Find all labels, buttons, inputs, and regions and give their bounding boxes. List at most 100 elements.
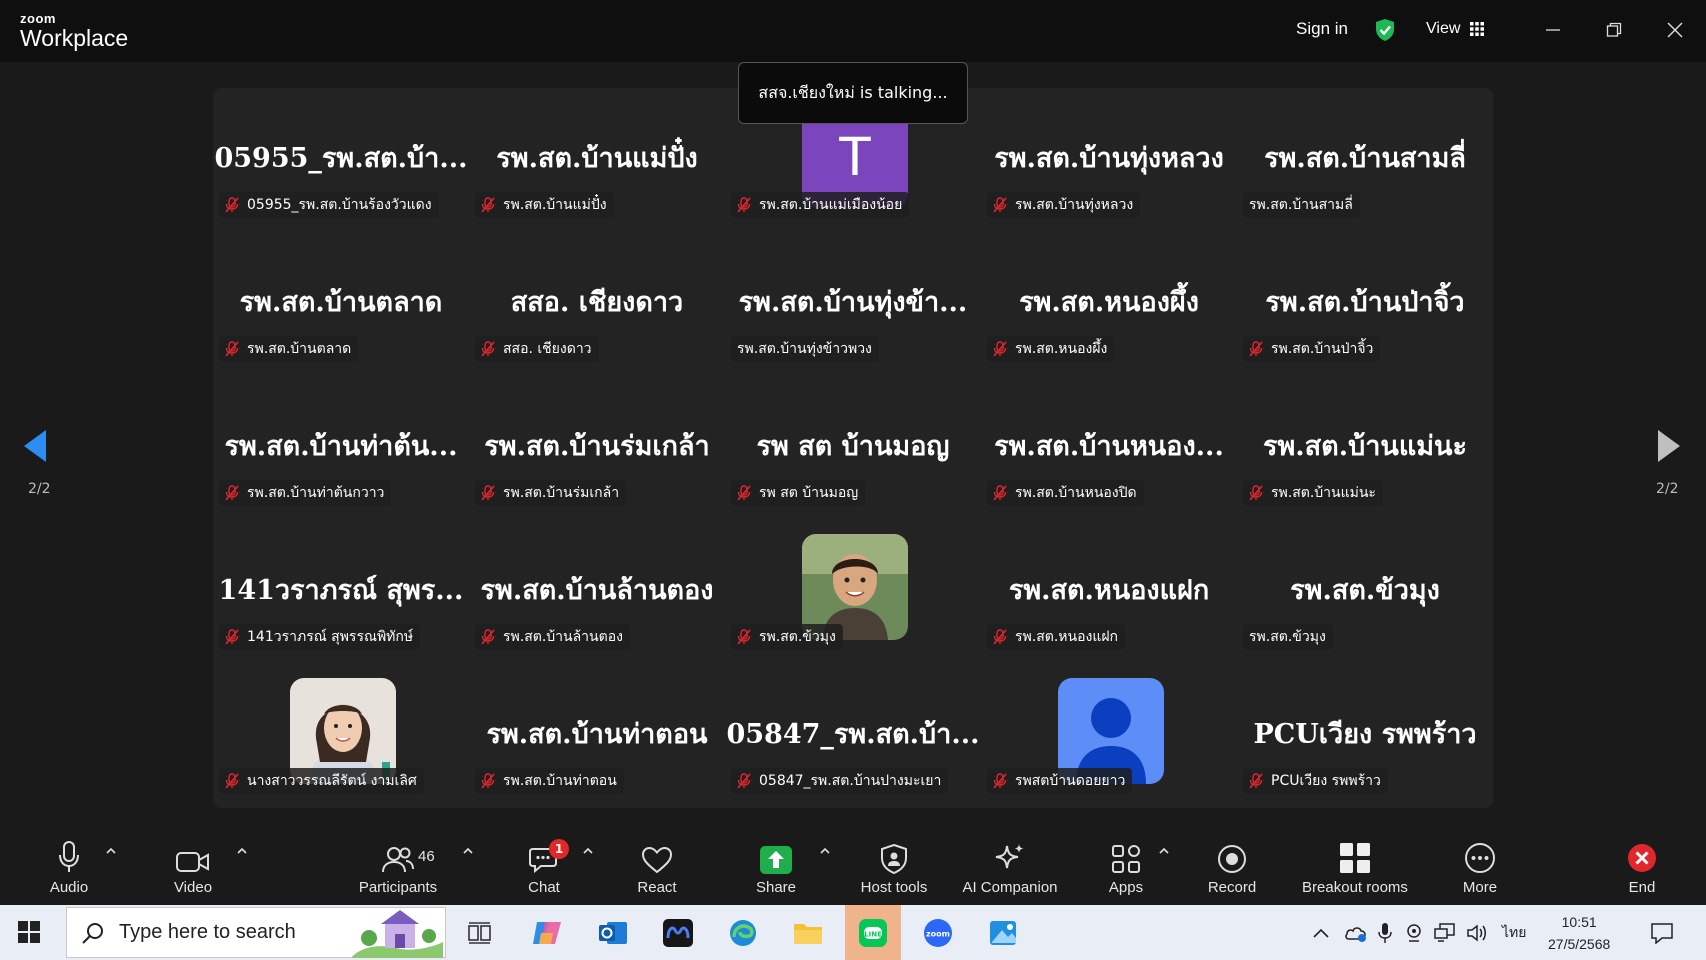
- participant-tile[interactable]: รพ.สต.ข้วมุง รพ.สต.ข้วมุง: [1237, 520, 1493, 664]
- arrow-right-icon: [1658, 430, 1680, 462]
- apps-button[interactable]: Apps: [1106, 828, 1146, 905]
- participant-tile[interactable]: PCUเวียง รพพร้าว PCUเวียง รพพร้าว: [1237, 664, 1493, 808]
- network-icon[interactable]: [1434, 922, 1456, 943]
- participant-tile[interactable]: รพ.สต.บ้านตลาด รพ.สต.บ้านตลาด: [213, 232, 469, 376]
- taskbar-copilot[interactable]: [519, 905, 575, 960]
- participant-tile[interactable]: รพ.สต.ข้วมุง: [725, 520, 981, 664]
- participant-tile[interactable]: รพ.สต.หนองผึ้ง รพ.สต.หนองผึ้ง: [981, 232, 1237, 376]
- participant-tile[interactable]: รพ.สต.บ้านล้านตอง รพ.สต.บ้านล้านตอง: [469, 520, 725, 664]
- participant-tile[interactable]: รพ.สต.บ้านท่าตอน รพ.สต.บ้านท่าตอน: [469, 664, 725, 808]
- taskbar-edge[interactable]: [715, 905, 771, 960]
- participant-tile[interactable]: 05847_รพ.สต.บ้า... 05847_รพ.สต.บ้านปางมะเ…: [725, 664, 981, 808]
- participant-name-label: รพ.สต.หนองผึ้ง: [987, 336, 1115, 362]
- active-speaker-banner: สสจ.เชียงใหม่ is talking...: [738, 62, 968, 124]
- page-indicator-right: 2/2: [1656, 481, 1679, 497]
- participant-label-text: รพสตบ้านดอยยาว: [1015, 773, 1126, 789]
- end-meeting-button[interactable]: End: [1624, 828, 1660, 905]
- participant-tile[interactable]: รพ.สต.บ้านทุ่งหลวง รพ.สต.บ้านทุ่งหลวง: [981, 88, 1237, 232]
- notification-icon: [1651, 922, 1673, 944]
- share-screen-button[interactable]: Share: [751, 828, 801, 905]
- react-button[interactable]: React: [632, 828, 682, 905]
- taskbar-line[interactable]: LINE: [845, 905, 901, 960]
- participants-button[interactable]: Participants: [354, 828, 442, 905]
- participant-tile[interactable]: 05955_รพ.สต.บ้า... 05955_รพ.สต.บ้านร้องวั…: [213, 88, 469, 232]
- restore-button[interactable]: [1598, 14, 1630, 46]
- participant-label-text: รพ.สต.บ้านแม่ปั๋ง: [503, 197, 607, 213]
- participant-tile[interactable]: นางสาววรรณลีรัตน์ งามเลิศ: [213, 664, 469, 808]
- video-options-chevron-icon[interactable]: [236, 846, 248, 856]
- participant-tile[interactable]: สสอ. เชียงดาว สสอ. เชียงดาว: [469, 232, 725, 376]
- security-shield-icon[interactable]: [1374, 18, 1396, 42]
- more-button[interactable]: More: [1456, 828, 1504, 905]
- svg-text:LINE: LINE: [864, 930, 882, 938]
- share-options-chevron-icon[interactable]: [819, 846, 831, 856]
- taskbar-outlook[interactable]: [585, 905, 641, 960]
- show-hidden-icons-chevron-icon[interactable]: [1312, 927, 1330, 939]
- participants-options-chevron-icon[interactable]: [462, 846, 474, 856]
- audio-label: Audio: [49, 879, 89, 896]
- participant-tile[interactable]: รพ.สต.บ้านท่าต้น... รพ.สต.บ้านท่าต้นกวาว: [213, 376, 469, 520]
- taskbar-photos[interactable]: [975, 905, 1031, 960]
- participant-tile[interactable]: รพ สต บ้านมอญ รพ สต บ้านมอญ: [725, 376, 981, 520]
- participant-tile[interactable]: รพ.สต.บ้านป่าจิ้ว รพ.สต.บ้านป่าจิ้ว: [1237, 232, 1493, 376]
- participant-label-text: รพ.สต.บ้านล้านตอง: [503, 629, 623, 645]
- copilot-icon: [533, 921, 561, 944]
- participant-name-label: รพ.สต.บ้านตลาด: [219, 336, 359, 362]
- apps-icon: [1112, 845, 1140, 873]
- taskbar-clock[interactable]: 10:51 27/5/2568: [1548, 911, 1610, 955]
- logo-big-text: Workplace: [20, 25, 129, 51]
- photos-app-icon: [990, 920, 1016, 945]
- participant-tile[interactable]: รพ.สต.บ้านร่มเกล้า รพ.สต.บ้านร่มเกล้า: [469, 376, 725, 520]
- webcam-in-use-icon[interactable]: [1404, 923, 1424, 943]
- breakout-rooms-button[interactable]: Breakout rooms: [1296, 828, 1414, 905]
- chat-options-chevron-icon[interactable]: [582, 846, 594, 856]
- participant-tile[interactable]: รพ.สต.หนองแฝก รพ.สต.หนองแฝก: [981, 520, 1237, 664]
- notification-center-button[interactable]: [1636, 905, 1688, 960]
- microphone-in-use-icon[interactable]: [1378, 922, 1392, 944]
- taskbar-file-explorer[interactable]: [780, 905, 836, 960]
- minimize-button[interactable]: [1537, 14, 1569, 46]
- taskbar-media-app[interactable]: [650, 905, 706, 960]
- participant-name-label: รพ สต บ้านมอญ: [731, 480, 866, 506]
- participant-tile[interactable]: รพ.สต.บ้านแม่ปั๋ง รพ.สต.บ้านแม่ปั๋ง: [469, 88, 725, 232]
- video-button[interactable]: Video: [167, 828, 219, 905]
- microphone-icon: [59, 841, 79, 872]
- onedrive-cloud-icon[interactable]: [1344, 923, 1368, 943]
- taskbar-task-view[interactable]: [452, 905, 508, 960]
- participant-tile[interactable]: รพสตบ้านดอยยาว: [981, 664, 1237, 808]
- host-tools-button[interactable]: Host tools: [854, 828, 934, 905]
- participant-tile[interactable]: รพ.สต.บ้านทุ่งข้า... รพ.สต.บ้านทุ่งข้าวพว…: [725, 232, 981, 376]
- ai-companion-button[interactable]: AI Companion: [955, 828, 1065, 905]
- sign-in-link[interactable]: Sign in: [1296, 19, 1348, 39]
- end-label: End: [1628, 879, 1656, 896]
- participant-display-name: รพ.สต.ข้วมุง: [1290, 575, 1440, 606]
- participant-label-text: รพ.สต.บ้านสามลี่: [1249, 197, 1353, 213]
- microphone-muted-icon: [481, 341, 495, 357]
- microphone-muted-icon: [993, 341, 1007, 357]
- view-button[interactable]: View: [1426, 20, 1460, 38]
- audio-options-chevron-icon[interactable]: [105, 846, 117, 856]
- participant-name-label: นางสาววรรณลีรัตน์ งามเลิศ: [219, 768, 424, 794]
- close-button[interactable]: [1659, 14, 1691, 46]
- next-page-button[interactable]: [1656, 428, 1682, 468]
- audio-button[interactable]: Audio: [43, 828, 95, 905]
- participant-tile[interactable]: รพ.สต.บ้านหนอง... รพ.สต.บ้านหนองปิด: [981, 376, 1237, 520]
- participant-display-name: รพ.สต.บ้านร่มเกล้า: [484, 431, 710, 462]
- volume-icon[interactable]: [1466, 923, 1488, 943]
- grid-view-icon[interactable]: [1470, 22, 1484, 36]
- react-label: React: [637, 879, 677, 896]
- participant-tile[interactable]: รพ.สต.บ้านแม่นะ รพ.สต.บ้านแม่นะ: [1237, 376, 1493, 520]
- participant-tile[interactable]: รพ.สต.บ้านสามลี่ รพ.สต.บ้านสามลี่: [1237, 88, 1493, 232]
- minimize-icon: [1546, 29, 1560, 31]
- taskbar-search-box[interactable]: Type here to search: [66, 907, 446, 958]
- input-language-indicator[interactable]: ไทย: [1502, 922, 1526, 944]
- record-label: Record: [1207, 879, 1257, 896]
- windows-start-icon[interactable]: [18, 921, 40, 943]
- taskbar-zoom[interactable]: zoom: [910, 905, 966, 960]
- participant-display-name: รพ.สต.หนองแฝก: [1008, 575, 1210, 606]
- apps-options-chevron-icon[interactable]: [1158, 846, 1170, 856]
- participant-name-label: รพ.สต.บ้านแม่เมืองน้อย: [731, 192, 910, 218]
- participant-tile[interactable]: 141วราภรณ์ สุพร... 141วราภรณ์ สุพรรณพิทัก…: [213, 520, 469, 664]
- previous-page-button[interactable]: [22, 428, 48, 468]
- record-button[interactable]: Record: [1204, 828, 1260, 905]
